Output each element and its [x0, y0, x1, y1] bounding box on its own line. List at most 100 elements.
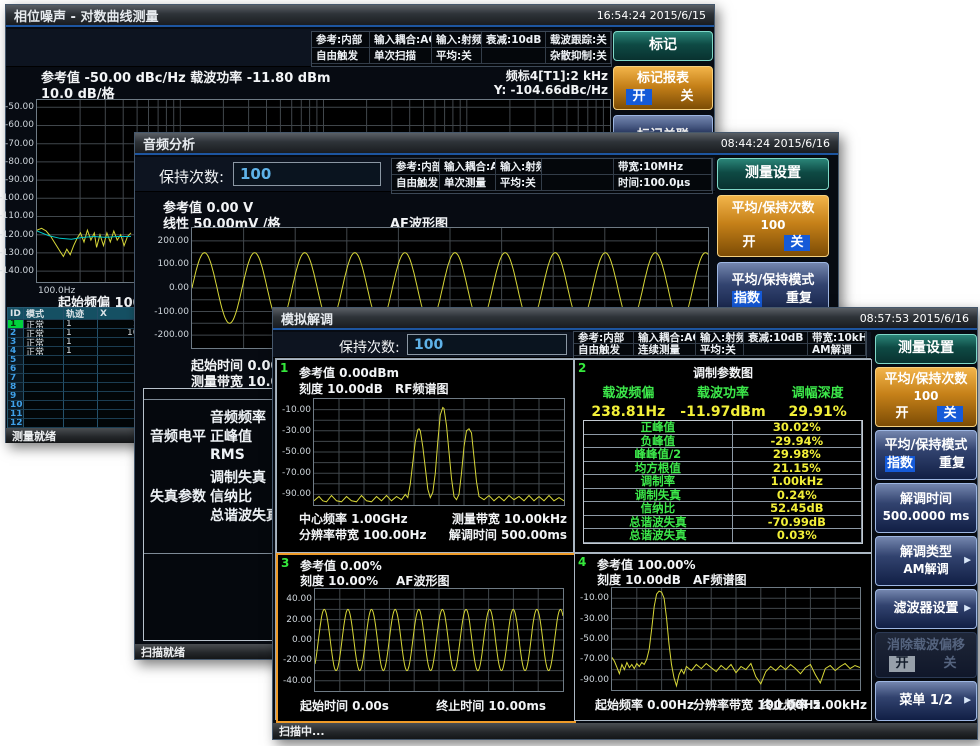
y-axis-tick: -10.00 [282, 405, 311, 415]
setting-cell: AM解调 [808, 344, 866, 356]
param-label: 载波频偏 [581, 382, 676, 401]
status-bar: 扫描中... [273, 723, 977, 739]
result-item-name: 正峰值 [210, 426, 252, 446]
result-item-name: 调制失真 [210, 467, 266, 487]
marker-mode [24, 410, 64, 419]
menu-page-button[interactable]: 菜单 1/2 ▶ [875, 681, 977, 721]
mod-param-row: 均方根值21.15% [584, 462, 862, 476]
average-hold-count-button[interactable]: 平均/保持次数 100 开 关 [717, 195, 829, 257]
mod-param-row: 调制率1.00kHz [584, 475, 862, 489]
hold-count-input[interactable] [233, 162, 381, 186]
af-waveform-chart: 40.0020.000.00-20.00-40.00 [314, 588, 564, 692]
rf-spectrum-chart: -10.00-30.00-50.00-70.00-90.00 [313, 398, 565, 506]
measurement-settings-table: 参考:内部输入耦合:AC输入:射频衰减:10dB带宽:10kHz自由触发连续测量… [573, 331, 867, 359]
button-label: 标记 [649, 37, 677, 55]
scale-readout: 刻度 10.00dB [299, 380, 383, 397]
toggle-group: 开 关 [889, 656, 963, 672]
param-value: -70.99dB [733, 516, 862, 530]
mod-param-row: 总谐波失真-70.99dB [584, 516, 862, 530]
param-label: 信纳比 [584, 502, 733, 516]
panel-rf-spectrum[interactable]: 1 参考值 0.00dBm 刻度 10.00dB RF频谱图 -10.00-30… [276, 359, 574, 553]
y-axis-tick: -60.00 [5, 120, 34, 130]
panel-af-spectrum[interactable]: 4 参考值 100.00% 刻度 10.00dB AF频谱图 -10.00-30… [574, 553, 872, 721]
hold-count-input[interactable] [407, 334, 567, 355]
demod-time-button[interactable]: 解调时间 500.0000 ms [875, 483, 977, 533]
y-axis-tick: 100.00 [158, 259, 190, 269]
param-value: 0.03% [733, 529, 862, 543]
setting-cell: 衰减:10dB [744, 332, 808, 344]
param-value: 1.00kHz [733, 475, 862, 489]
y-axis-tick: -30.00 [282, 426, 311, 436]
demod-time-label: 解调时间 500.00ms [449, 526, 567, 543]
toggle-off: 关 [674, 89, 700, 105]
phase-noise-titlebar: 相位噪声 - 对数曲线测量 16:54:24 2015/6/15 [6, 5, 714, 27]
measurement-settings-table: 参考:内部输入耦合:AC输入:射频带宽:10MHz自由触发单次测量平均:关时间:… [391, 158, 713, 194]
analog-demod-titlebar: 模拟解调 08:57:53 2015/6/16 [273, 308, 977, 330]
mod-param-row: 调制失真0.24% [584, 489, 862, 503]
result-group-name: 音频电平 [150, 426, 206, 446]
y-axis-tick: -70.00 [5, 139, 34, 149]
setting-cell: 输入耦合:AC [440, 159, 496, 175]
chart-title: RF频谱图 [395, 380, 448, 397]
param-label: 调制率 [584, 475, 733, 489]
mod-param-row: 正峰值30.02% [584, 421, 862, 435]
setting-cell: 自由触发 [574, 344, 634, 356]
scale-readout: 刻度 10.00% [300, 572, 378, 589]
marker-id: 5 [8, 356, 24, 365]
button-label: 解调类型 [900, 545, 952, 561]
setting-cell: 输入耦合:AC [370, 32, 432, 48]
average-hold-count-button[interactable]: 平均/保持次数 100 开 关 [875, 367, 977, 427]
param-value: 238.81Hz [581, 404, 676, 420]
chart-title: AF频谱图 [693, 571, 747, 588]
param-value: 29.91% [770, 404, 865, 420]
option-repeat: 重复 [784, 291, 814, 307]
filter-settings-button[interactable]: 滤波器设置 ▶ [875, 589, 977, 629]
y-axis-tick: -140.00 [0, 266, 34, 276]
result-item-name: 音频频率 [210, 407, 266, 427]
setting-cell: 输入:射频 [496, 159, 542, 175]
start-time-label: 起始时间 0.00s [300, 697, 389, 714]
y-axis-tick: -20.00 [283, 655, 312, 665]
setting-cell: 平均:关 [432, 48, 482, 64]
marker-report-toggle-button[interactable]: 标记报表 开 关 [613, 66, 713, 110]
marker-menu-button[interactable]: 标记 [613, 31, 713, 61]
param-label: 正峰值 [584, 421, 733, 435]
mod-param-row: 信纳比52.45dB [584, 502, 862, 516]
column-header: 模式 [24, 308, 64, 320]
result-item-name: 信纳比 [210, 486, 252, 506]
window-title: 模拟解调 [281, 309, 333, 328]
setting-cell: 参考:内部 [312, 32, 370, 48]
setting-cell: 带宽:10kHz [808, 332, 866, 344]
measurement-setup-button[interactable]: 测量设置 [717, 158, 829, 190]
param-label: 均方根值 [584, 462, 733, 476]
measurement-setup-button[interactable]: 测量设置 [875, 334, 977, 364]
setting-cell: 输入:射频 [696, 332, 744, 344]
toggle-off: 关 [937, 656, 963, 672]
average-hold-mode-button[interactable]: 平均/保持模式 指数 重复 [875, 430, 977, 480]
y-axis-tick: -130.00 [0, 248, 34, 258]
mod-param-row: 峰峰值/229.98% [584, 448, 862, 462]
demod-type-button[interactable]: 解调类型 AM解调 ▶ [875, 536, 977, 586]
marker-id: 8 [8, 383, 24, 392]
submenu-arrow-icon: ▶ [964, 603, 971, 614]
option-repeat: 重复 [937, 456, 967, 472]
y-axis-tick: -90.00 [580, 675, 609, 685]
y-axis-tick: -110.00 [0, 211, 34, 221]
marker-id: 6 [8, 365, 24, 374]
setting-cell: 参考:内部 [392, 159, 440, 175]
marker-trace [64, 410, 98, 419]
param-value: 0.24% [733, 489, 862, 503]
toggle-on: 开 [889, 656, 915, 672]
panel-mod-params[interactable]: 2 调制参数图 载波频偏238.81Hz载波功率-11.97dBm调幅深度29.… [574, 359, 872, 553]
y-axis-tick: -10.00 [580, 593, 609, 603]
mod-param-row: 总谐波失真0.03% [584, 529, 862, 543]
status-text: 扫描中... [279, 723, 325, 739]
setting-cell: 单次扫描 [370, 48, 432, 64]
panel-af-waveform[interactable]: 3 参考值 0.00% 刻度 10.00% AF波形图 40.0020.000.… [276, 553, 576, 723]
button-value: 500.0000 ms [883, 509, 970, 524]
toggle-group: 指数 重复 [885, 456, 967, 472]
button-label: 平均/保持次数 [732, 201, 815, 217]
y-axis-tick: 40.00 [286, 594, 312, 604]
setting-cell: 平均:关 [496, 175, 542, 191]
clock: 16:54:24 2015/6/15 [597, 9, 706, 22]
